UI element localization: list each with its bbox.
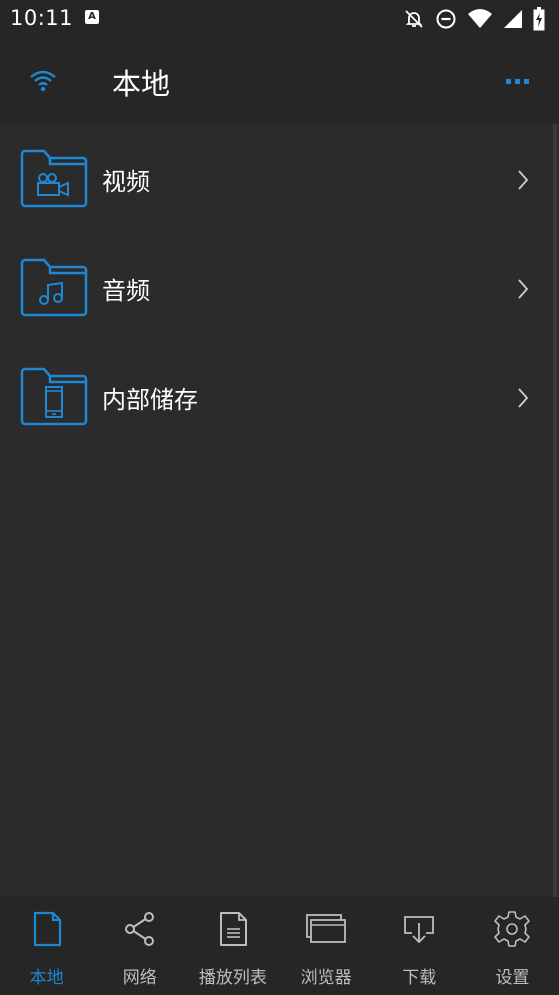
- list-item-internal-storage[interactable]: 内部储存: [0, 344, 550, 452]
- page-title: 本地: [112, 67, 171, 101]
- more-icon-dot: [514, 78, 520, 84]
- nav-label: 设置: [495, 968, 530, 988]
- status-icons: [403, 7, 545, 31]
- wifi-signal-icon: [468, 9, 492, 28]
- bell-off-icon: [405, 10, 423, 28]
- scrollbar[interactable]: [553, 124, 557, 897]
- list-item-video[interactable]: 视频: [0, 126, 550, 234]
- nav-label: 本地: [29, 968, 64, 988]
- document-list-icon: [219, 912, 247, 946]
- nav-tab-browser[interactable]: 浏览器: [280, 897, 373, 995]
- do-not-disturb-icon: [436, 9, 456, 29]
- more-icon-dot: [523, 78, 529, 84]
- cell-signal-icon: [504, 10, 522, 28]
- list-item-label: 内部储存: [102, 386, 198, 414]
- music-folder-icon: [20, 258, 88, 317]
- nav-tab-download[interactable]: 下载: [373, 897, 466, 995]
- list-item-label: 音频: [102, 277, 150, 305]
- app-bar: 本地: [0, 38, 559, 124]
- nav-label: 下载: [402, 968, 437, 988]
- file-icon: [33, 911, 61, 947]
- nav-tab-network[interactable]: 网络: [93, 897, 186, 995]
- windows-icon: [306, 914, 346, 943]
- share-icon: [124, 912, 154, 946]
- a-app-icon: A: [85, 10, 99, 24]
- nav-tab-local[interactable]: 本地: [0, 897, 93, 995]
- phone-folder-icon: [20, 367, 88, 426]
- bottom-nav: 本地 网络 播放列表 浏览器 下载 设置: [0, 897, 559, 995]
- chevron-right-icon: [518, 170, 529, 190]
- more-button[interactable]: [500, 74, 534, 88]
- chevron-right-icon: [518, 388, 529, 408]
- list-item-audio[interactable]: 音频: [0, 235, 550, 343]
- folder-list: 视频 音频 内部储存: [0, 124, 559, 897]
- nav-tab-playlist[interactable]: 播放列表: [186, 897, 279, 995]
- nav-label: 浏览器: [300, 968, 352, 988]
- nav-tab-settings[interactable]: 设置: [466, 897, 559, 995]
- status-time: 10:11: [10, 6, 74, 30]
- nav-label: 网络: [122, 968, 157, 988]
- download-icon: [404, 916, 435, 944]
- nav-label: 播放列表: [198, 968, 267, 988]
- video-folder-icon: [20, 149, 88, 208]
- battery-charging-icon: [533, 7, 545, 31]
- more-icon-dot: [505, 78, 511, 84]
- wifi-button[interactable]: [28, 68, 58, 94]
- gear-icon: [494, 911, 531, 947]
- status-bar: 10:11 A: [0, 0, 559, 38]
- wifi-icon: [30, 70, 56, 92]
- chevron-right-icon: [518, 279, 529, 299]
- list-item-label: 视频: [102, 168, 150, 196]
